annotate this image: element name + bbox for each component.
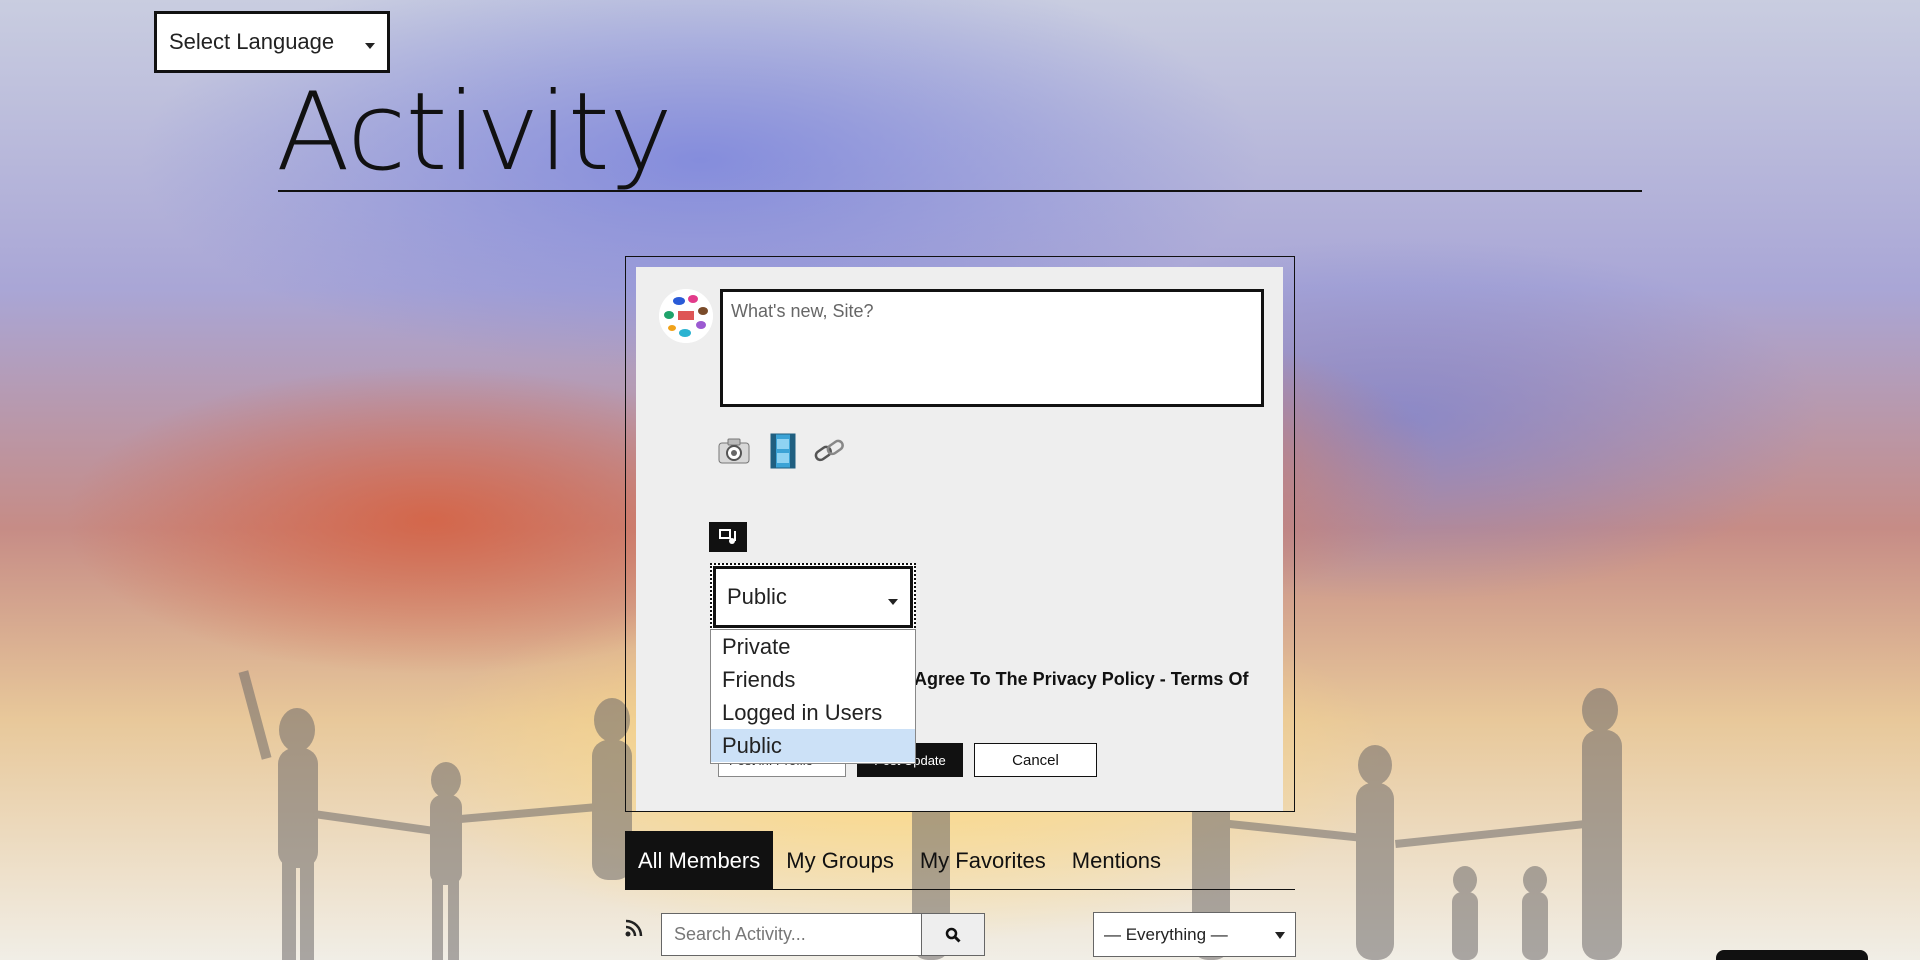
video-icon[interactable] bbox=[765, 433, 801, 469]
language-select-label: Select Language bbox=[169, 29, 335, 54]
visibility-select-value: Public bbox=[727, 584, 787, 609]
activity-filter-select[interactable]: — Everything — bbox=[1093, 912, 1296, 957]
visibility-dropdown: Private Friends Logged in Users Public bbox=[710, 629, 916, 764]
activity-filter-value: — Everything — bbox=[1104, 924, 1228, 944]
title-divider bbox=[278, 190, 1642, 192]
avatar[interactable] bbox=[659, 289, 713, 343]
visibility-option-private[interactable]: Private bbox=[711, 630, 915, 663]
chevron-down-icon bbox=[1275, 932, 1285, 939]
search-button[interactable] bbox=[921, 913, 985, 956]
page-title: Activity bbox=[276, 70, 673, 195]
visibility-option-logged-in-users[interactable]: Logged in Users bbox=[711, 696, 915, 729]
language-select[interactable]: Select Language bbox=[154, 11, 390, 73]
tab-my-favorites[interactable]: My Favorites bbox=[907, 831, 1059, 890]
media-toggle-icon bbox=[719, 529, 736, 544]
bottom-corner-tab[interactable] bbox=[1716, 950, 1868, 960]
chevron-down-icon bbox=[365, 43, 375, 49]
privacy-policy-notice: Agree To The Privacy Policy - Terms Of bbox=[914, 669, 1249, 689]
visibility-select[interactable]: Public bbox=[710, 563, 916, 631]
search-input[interactable] bbox=[661, 913, 922, 956]
visibility-option-friends[interactable]: Friends bbox=[711, 663, 915, 696]
media-toggle-button[interactable] bbox=[709, 522, 747, 552]
chevron-down-icon bbox=[888, 599, 898, 605]
rss-icon[interactable] bbox=[624, 918, 644, 938]
activity-tabs: All Members My Groups My Favorites Menti… bbox=[625, 831, 1174, 890]
tab-my-groups[interactable]: My Groups bbox=[773, 831, 907, 890]
cancel-button[interactable]: Cancel bbox=[974, 743, 1097, 777]
tab-mentions[interactable]: Mentions bbox=[1059, 831, 1174, 890]
camera-icon[interactable] bbox=[716, 433, 752, 469]
tab-all-members[interactable]: All Members bbox=[625, 831, 774, 890]
link-icon[interactable] bbox=[811, 433, 847, 469]
search-icon bbox=[945, 927, 961, 943]
visibility-option-public[interactable]: Public bbox=[711, 729, 915, 762]
tabs-divider bbox=[625, 889, 1295, 890]
avatar-icon bbox=[659, 289, 713, 343]
whats-new-textarea[interactable] bbox=[720, 289, 1264, 407]
